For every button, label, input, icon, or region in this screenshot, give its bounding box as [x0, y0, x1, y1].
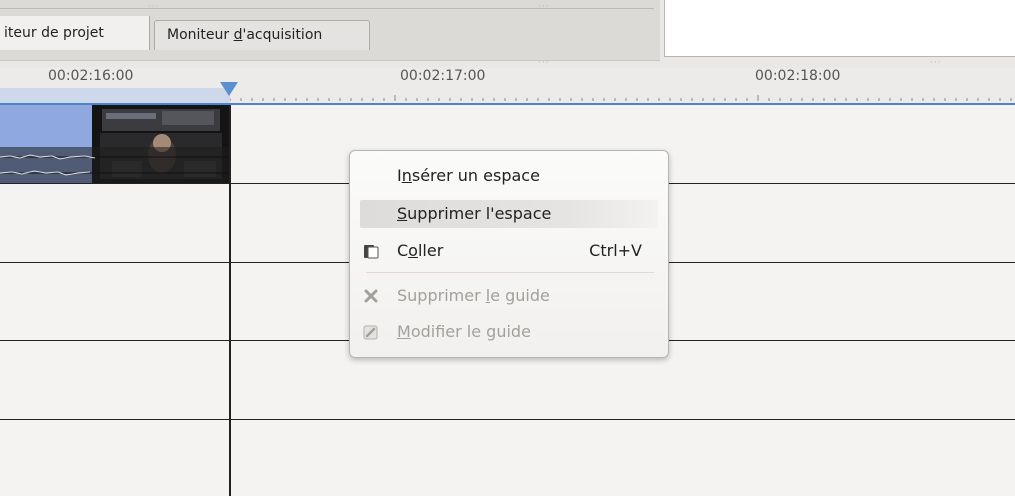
- tab-project-monitor[interactable]: iteur de projet: [0, 16, 150, 50]
- menu-item-remove-space[interactable]: Supprimer l'espace: [360, 200, 658, 228]
- tab-capture-label: Moniteur: [167, 27, 234, 43]
- playhead-marker[interactable]: [220, 82, 238, 96]
- splitter-handle[interactable]: ···: [148, 2, 160, 12]
- edit-pencil-icon: [363, 325, 378, 340]
- menu-item-mnemonic: M: [397, 322, 411, 341]
- audio-waveform: [0, 147, 229, 183]
- side-panel: [664, 0, 1015, 57]
- clip-end-line: [229, 105, 231, 496]
- delete-x-icon: [364, 289, 378, 303]
- splitter-handle[interactable]: ···: [538, 2, 550, 12]
- context-menu: Insérer un espace Supprimer l'espace Col…: [349, 150, 669, 358]
- menu-item-mnemonic: o: [408, 241, 418, 260]
- tab-capture-monitor[interactable]: Moniteur d'acquisition: [154, 20, 370, 50]
- menu-item-edit-guide[interactable]: Modifier le guide: [360, 318, 658, 346]
- monitor-tab-strip: ··· ··· ··· ··· iteur de projet Moniteur…: [0, 0, 1015, 68]
- track-separator: [0, 419, 1015, 420]
- menu-item-label: Supprimer: [397, 286, 486, 305]
- tab-project-monitor-label: iteur de projet: [4, 25, 104, 41]
- menu-item-label-rest: ller: [417, 241, 444, 260]
- menu-item-label-rest: e guide: [490, 286, 550, 305]
- menu-item-paste[interactable]: Coller Ctrl+V: [360, 237, 658, 265]
- tab-capture-label-rest: 'acquisition: [242, 27, 323, 43]
- ruler-time-label: 00:02:16:00: [48, 68, 134, 84]
- menu-item-label-rest: upprimer l'espace: [407, 204, 552, 223]
- menu-item-shortcut: Ctrl+V: [589, 241, 642, 260]
- ruler-time-label: 00:02:17:00: [400, 68, 486, 84]
- splitter-handle[interactable]: ···: [538, 58, 550, 68]
- menu-item-insert-space[interactable]: Insérer un espace: [360, 162, 658, 190]
- menu-item-label-rest: odifier le guide: [410, 322, 531, 341]
- menu-item-label-rest: sérer un espace: [411, 166, 540, 185]
- menu-separator: [366, 272, 654, 273]
- menu-item-mnemonic: n: [401, 166, 412, 185]
- menu-item-mnemonic: S: [397, 204, 408, 223]
- paste-icon: [364, 245, 379, 259]
- ruler-zone-shade: [0, 88, 230, 103]
- panel-divider: [0, 8, 654, 9]
- menu-item-delete-guide[interactable]: Supprimer le guide: [360, 282, 658, 310]
- menu-item-label: C: [397, 241, 409, 260]
- splitter-handle[interactable]: ···: [930, 58, 942, 68]
- ruler-time-label: 00:02:18:00: [755, 68, 841, 84]
